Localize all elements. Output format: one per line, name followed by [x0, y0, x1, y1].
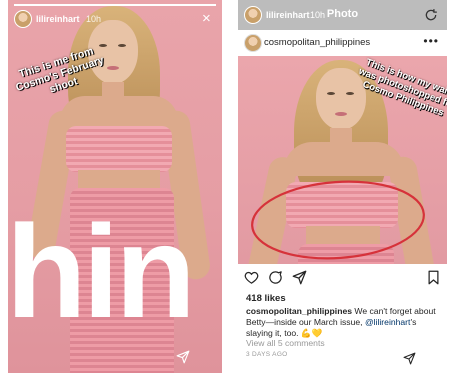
- page-title: Photo: [326, 8, 359, 20]
- story-timestamp: 10h: [86, 14, 102, 24]
- post-timestamp: 3 DAYS AGO: [246, 351, 288, 358]
- post-meta: 418 likes cosmopolitan_philippines We ca…: [238, 290, 447, 373]
- action-bar: [238, 264, 447, 290]
- post-photo[interactable]: This is how my waist was photoshopped fo…: [238, 56, 447, 264]
- caption-username[interactable]: cosmopolitan_philippines: [246, 306, 352, 316]
- send-icon[interactable]: [176, 350, 190, 364]
- story-username[interactable]: lilireinhart: [36, 14, 80, 24]
- post-panel: lilireinhart 10h Photo cosmopolitan_phil…: [238, 0, 447, 373]
- share-icon[interactable]: [292, 270, 307, 285]
- highlight-circle: [251, 180, 425, 260]
- heart-icon[interactable]: [244, 270, 259, 285]
- close-icon[interactable]: ×: [202, 11, 211, 26]
- more-icon[interactable]: •••: [423, 34, 439, 48]
- story-progress-bar: [14, 4, 216, 6]
- comment-icon[interactable]: [268, 270, 283, 285]
- post-top-bar: lilireinhart 10h Photo: [238, 0, 447, 30]
- story-big-text: hin: [8, 198, 196, 345]
- view-all-comments-link[interactable]: View all 5 comments: [246, 338, 325, 348]
- story-panel: lilireinhart 10h × This is me from Cosmo…: [8, 0, 222, 373]
- caption-mention[interactable]: @lilireinhart: [365, 317, 411, 327]
- crop-top: [66, 126, 172, 172]
- likes-count[interactable]: 418 likes: [246, 293, 286, 304]
- post-avatar[interactable]: [244, 34, 262, 52]
- dm-send-icon[interactable]: [403, 352, 416, 365]
- post-username[interactable]: cosmopolitan_philippines: [264, 37, 370, 48]
- avatar[interactable]: [14, 10, 32, 28]
- refresh-icon[interactable]: [424, 8, 438, 22]
- post-user-row: cosmopolitan_philippines •••: [238, 30, 447, 56]
- bookmark-icon[interactable]: [427, 270, 440, 285]
- post-caption: cosmopolitan_philippines We can't forget…: [246, 306, 442, 339]
